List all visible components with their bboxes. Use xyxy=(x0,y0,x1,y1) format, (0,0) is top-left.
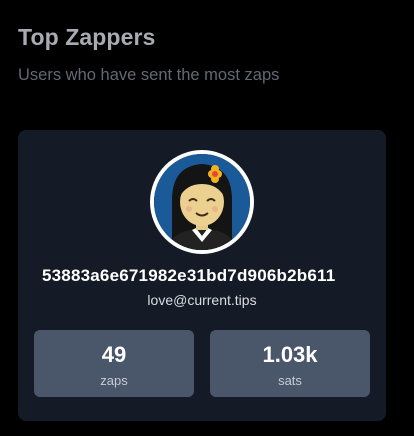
zapper-card[interactable]: 53883a6e671982e31bd7d906b2b611 love@curr… xyxy=(18,130,386,421)
zaps-label: zaps xyxy=(100,373,128,388)
section-subtitle: Users who have sent the most zaps xyxy=(18,66,280,84)
lightning-address: love@current.tips xyxy=(147,292,257,308)
sats-label: sats xyxy=(278,373,302,388)
avatar[interactable] xyxy=(150,150,254,254)
zapper-pubkey[interactable]: 53883a6e671982e31bd7d906b2b611 xyxy=(42,266,378,286)
zaps-stat: 49 zaps xyxy=(34,330,194,397)
top-zappers-section: Top Zappers Users who have sent the most… xyxy=(0,0,414,436)
zaps-count: 49 xyxy=(101,342,127,367)
sats-amount: 1.03k xyxy=(262,342,318,367)
section-title: Top Zappers xyxy=(18,24,156,50)
avatar-illustration-icon xyxy=(154,154,250,250)
sats-stat: 1.03k sats xyxy=(210,330,370,397)
